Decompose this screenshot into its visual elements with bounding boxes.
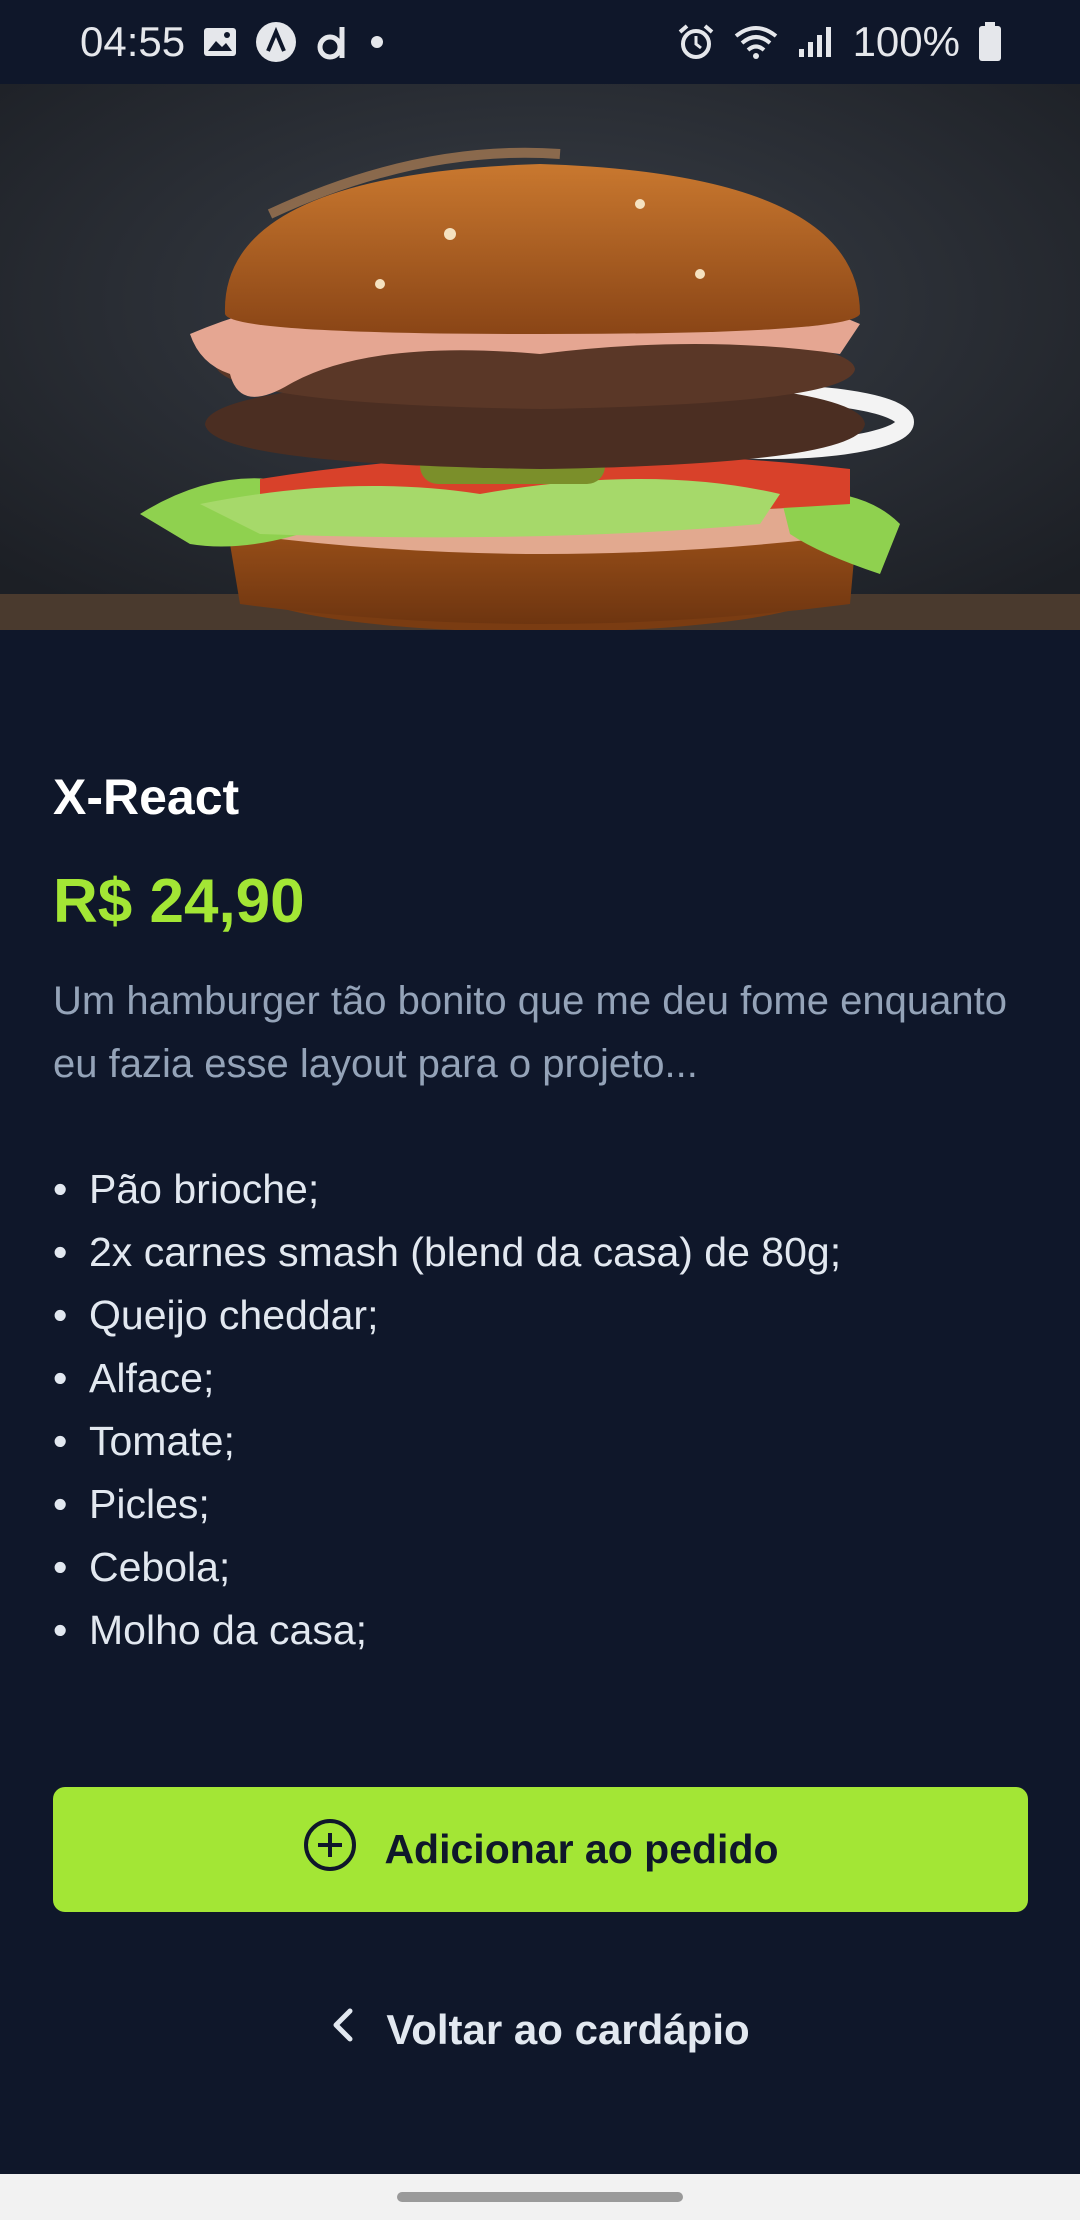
bullet: • — [53, 1292, 68, 1338]
status-time: 04:55 — [80, 18, 186, 65]
home-indicator[interactable] — [397, 2192, 683, 2202]
add-to-order-label: Adicionar ao pedido — [384, 1826, 779, 1872]
bullet: • — [53, 1607, 68, 1653]
navigation-bar — [0, 2174, 1080, 2220]
ingredient-item: • Picles; — [53, 1473, 841, 1536]
product-price: R$ 24,90 — [53, 867, 305, 936]
dot-icon — [367, 32, 387, 52]
battery-icon — [978, 22, 1002, 62]
bullet: • — [53, 1418, 68, 1464]
status-bar: 04:55 100% — [0, 0, 1080, 84]
ingredient-list: • Pão brioche; • 2x carnes smash (blend da… — [53, 1158, 841, 1662]
bullet: • — [53, 1544, 68, 1590]
bullet: • — [53, 1166, 68, 1212]
ingredient-item: • Tomate; — [53, 1410, 841, 1473]
product-title: X-React — [53, 769, 240, 825]
back-to-menu-link[interactable]: Voltar ao cardápio — [0, 1980, 1080, 2080]
battery-level: 100% — [852, 18, 960, 65]
app-a-icon — [255, 21, 297, 63]
status-right: 100% — [677, 18, 1002, 66]
ingredient-item: • Pão brioche; — [53, 1158, 841, 1221]
product-description: Um hamburger tão bonito que me deu fome … — [53, 979, 1007, 1086]
plus-circle-icon — [302, 1817, 358, 1883]
ingredient-item: • Alface; — [53, 1347, 841, 1410]
ingredient-item: • Cebola; — [53, 1536, 841, 1599]
gallery-icon — [203, 27, 237, 57]
chevron-left-icon — [330, 2005, 356, 2055]
back-to-menu-label: Voltar ao cardápio — [386, 2006, 750, 2053]
product-image — [0, 84, 1080, 630]
ingredient-item: • Molho da casa; — [53, 1599, 841, 1662]
status-left: 04:55 — [80, 18, 387, 66]
ingredient-item: • 2x carnes smash (blend da casa) de 80g; — [53, 1221, 841, 1284]
burger-illustration — [0, 84, 1080, 630]
ingredient-item: • Queijo cheddar; — [53, 1284, 841, 1347]
bullet: • — [53, 1355, 68, 1401]
wifi-icon — [733, 24, 779, 60]
signal-icon — [797, 25, 835, 59]
alarm-icon — [677, 23, 715, 61]
app-d-icon — [315, 23, 349, 61]
add-to-order-button[interactable]: Adicionar ao pedido — [53, 1787, 1028, 1912]
bullet: • — [53, 1481, 68, 1527]
bullet: • — [53, 1229, 68, 1275]
